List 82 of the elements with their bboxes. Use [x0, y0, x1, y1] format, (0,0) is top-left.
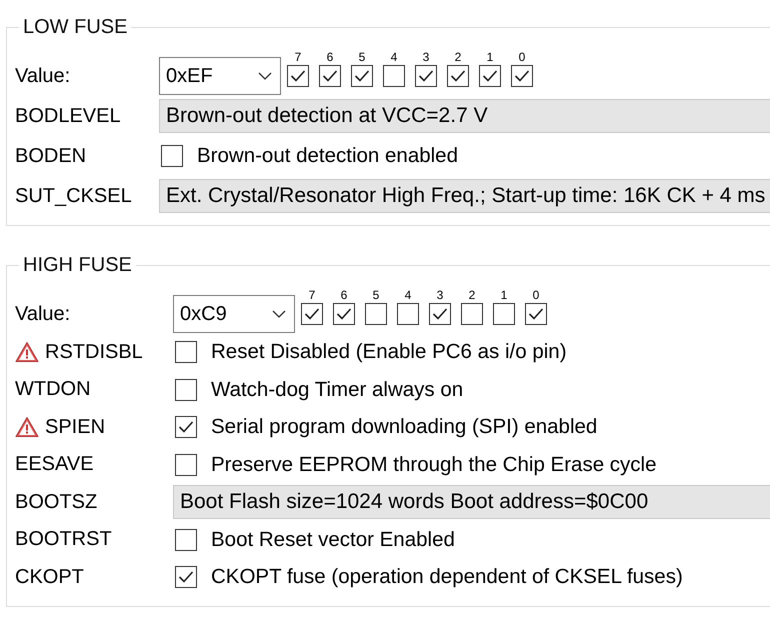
checkmark-icon — [304, 307, 320, 321]
fuse-name: CKOPT — [15, 566, 84, 589]
checkbox-label: Boot Reset vector Enabled — [211, 528, 455, 552]
bit-number: 2 — [454, 51, 462, 64]
warning-icon — [15, 416, 39, 438]
bit-checkbox[interactable] — [301, 303, 323, 325]
checkbox-label: Brown-out detection enabled — [197, 144, 458, 168]
checkbox-label: CKOPT fuse (operation dependent of CKSEL fuses) — [211, 565, 683, 590]
fuse-name: RSTDISBL — [45, 340, 143, 364]
fuse-name: BODEN — [15, 144, 86, 168]
checkmark-icon — [336, 307, 352, 321]
bit-number: 0 — [518, 51, 526, 64]
fuse-name: BOOTRST — [15, 528, 112, 552]
bit-number: 4 — [390, 51, 398, 64]
bit-checkbox[interactable] — [397, 303, 419, 325]
option-dropdown[interactable]: Ext. Crystal/Resonator High Freq.; Start-up time: 16K CK + 4 ms — [159, 179, 770, 213]
checkmark-icon — [528, 307, 544, 321]
bit-checkbox[interactable] — [333, 303, 355, 325]
bit-number: 3 — [436, 289, 444, 302]
bit-checkbox[interactable] — [365, 303, 387, 325]
checkbox[interactable] — [175, 528, 197, 551]
value-dropdown[interactable]: 0xC9 — [173, 295, 295, 333]
bit-number: 3 — [422, 51, 430, 64]
option-dropdown[interactable]: Brown-out detection at VCC=2.7 V — [159, 99, 770, 133]
checkmark-icon — [178, 570, 194, 584]
checkmark-icon — [290, 69, 306, 83]
checkbox[interactable] — [175, 416, 197, 438]
bit-checkbox[interactable] — [429, 303, 451, 325]
bit-number: 4 — [404, 289, 412, 302]
checkbox[interactable] — [161, 145, 183, 167]
fuse-name: EESAVE — [15, 453, 94, 476]
chevron-down-icon — [258, 72, 272, 80]
bit-number: 2 — [468, 289, 476, 302]
checkbox[interactable] — [175, 566, 197, 588]
bit-checkbox[interactable] — [351, 65, 373, 87]
fuse-name: WTDON — [15, 378, 91, 402]
bit-checkbox[interactable] — [415, 65, 437, 87]
bit-number: 0 — [532, 289, 540, 302]
checkmark-icon — [178, 420, 194, 434]
checkmark-icon — [514, 69, 530, 83]
bit-number: 5 — [372, 289, 380, 302]
group-title: LOW FUSE — [22, 16, 128, 39]
checkbox-label: Serial program downloading (SPI) enabled — [211, 415, 598, 440]
checkmark-icon — [450, 69, 466, 83]
bit-number: 1 — [486, 51, 494, 64]
bit-checkbox[interactable] — [319, 65, 341, 87]
bit-number: 6 — [326, 51, 334, 64]
checkbox-label: Preserve EEPROM through the Chip Erase cycle — [211, 452, 656, 477]
bit-checkbox[interactable] — [287, 65, 309, 87]
bit-checkbox[interactable] — [525, 303, 547, 325]
bit-checkbox[interactable] — [493, 303, 515, 325]
checkmark-icon — [354, 69, 370, 83]
field-label: Value: — [15, 64, 70, 88]
field-label: Value: — [15, 302, 70, 326]
bit-number: 1 — [500, 289, 508, 302]
bit-checkbox[interactable] — [461, 303, 483, 325]
bit-checkbox[interactable] — [479, 65, 501, 87]
chevron-down-icon — [272, 310, 286, 318]
group-title: HIGH FUSE — [22, 254, 133, 277]
checkbox[interactable] — [175, 454, 197, 476]
bit-number: 6 — [340, 289, 348, 302]
checkbox[interactable] — [175, 378, 197, 401]
checkbox-label: Watch-dog Timer always on — [211, 378, 464, 402]
bit-checkbox[interactable] — [447, 65, 469, 87]
checkbox-label: Reset Disabled (Enable PC6 as i/o pin) — [211, 340, 567, 364]
bit-checkbox[interactable] — [383, 65, 405, 87]
checkbox[interactable] — [175, 341, 197, 364]
bit-checkbox[interactable] — [511, 65, 533, 87]
checkmark-icon — [418, 69, 434, 83]
checkmark-icon — [482, 69, 498, 83]
bit-number: 5 — [358, 51, 366, 64]
bit-number: 7 — [308, 289, 316, 302]
value-dropdown[interactable]: 0xEF — [159, 57, 281, 95]
warning-icon — [15, 341, 39, 364]
bit-number: 7 — [294, 51, 302, 64]
checkmark-icon — [322, 69, 338, 83]
fuse-name: SUT_CKSEL — [15, 184, 132, 208]
option-dropdown[interactable]: Boot Flash size=1024 words Boot address=$0C00 — [173, 485, 770, 520]
fuse-name: SPIEN — [45, 416, 106, 439]
checkmark-icon — [432, 307, 448, 321]
fuse-name: BOOTSZ — [15, 490, 98, 514]
fuse-name: BODLEVEL — [15, 104, 121, 128]
